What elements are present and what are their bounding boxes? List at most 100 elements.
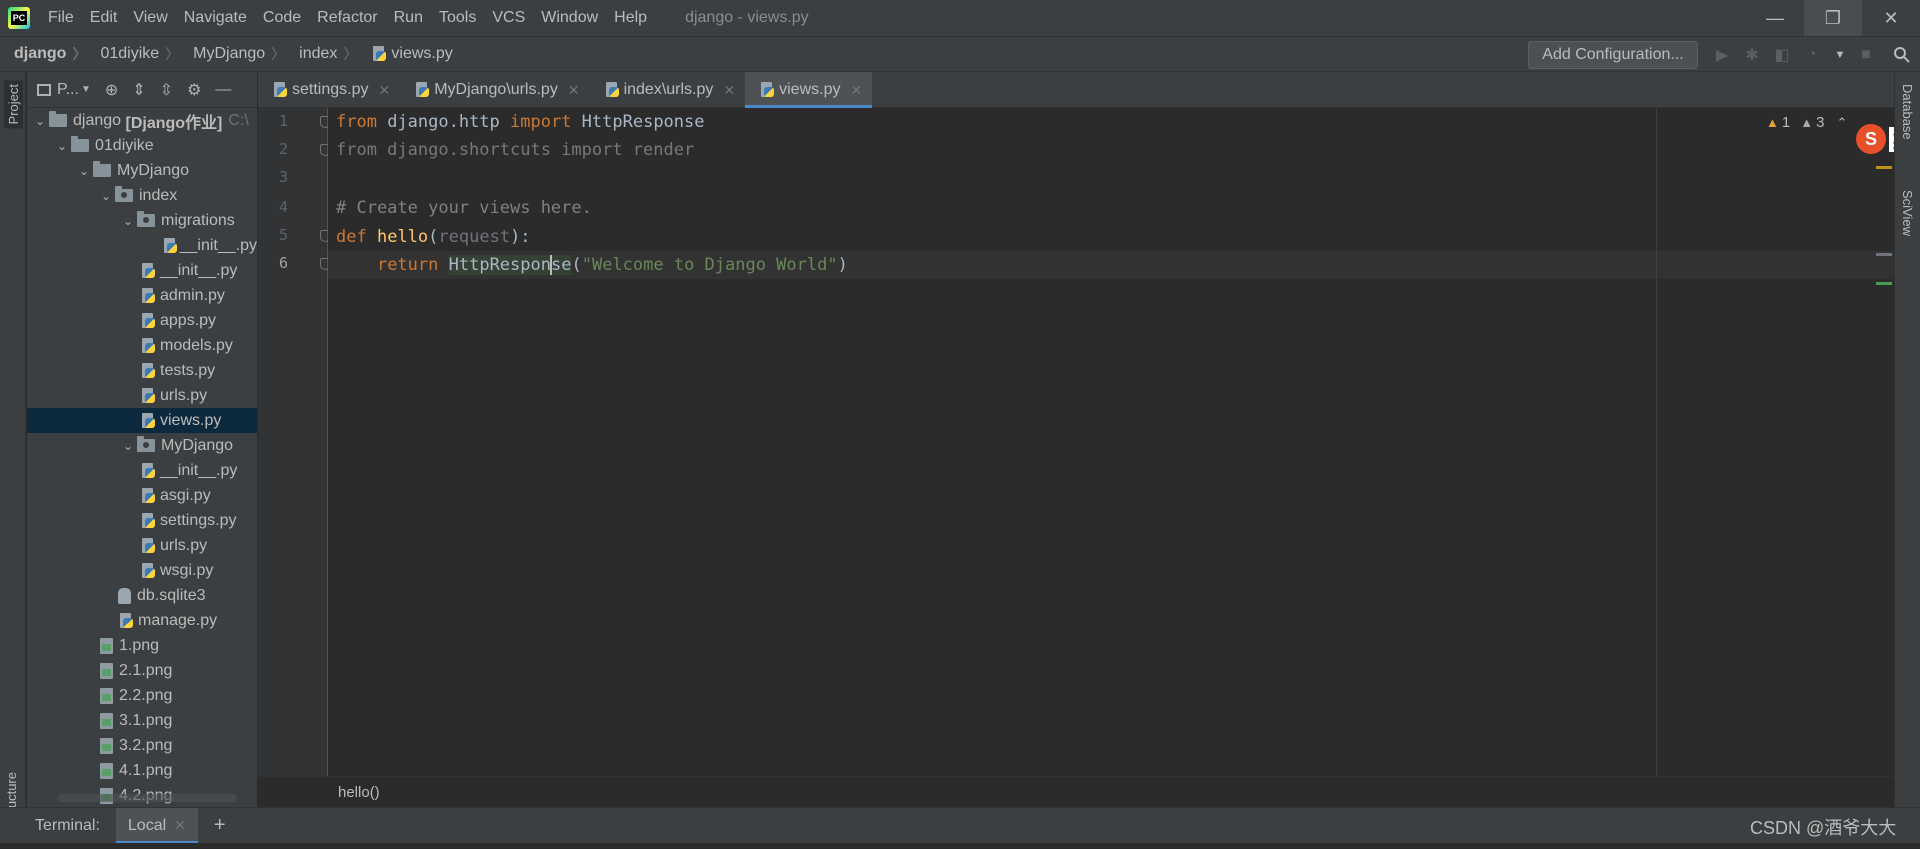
folder-icon [93,161,111,177]
warning-stripe-marker[interactable] [1876,166,1892,169]
sciview-tool-button[interactable]: SciView [1900,190,1915,236]
coverage-icon[interactable]: ◧ [1772,45,1792,65]
breadcrumb-mydjango[interactable]: MyDjango 〉 [179,44,285,64]
chevron-down-icon[interactable]: ⌄ [53,139,71,153]
breadcrumb-django[interactable]: django 〉 [0,44,86,64]
tree-item-png[interactable]: 2.1.png [27,658,257,683]
breadcrumb-01diyike[interactable]: 01diyike 〉 [86,44,179,64]
tree-item-index-urls[interactable]: urls.py [27,383,257,408]
chevron-down-icon[interactable]: ⌄ [119,214,137,228]
tree-item-settings[interactable]: settings.py [27,508,257,533]
tree-item-admin[interactable]: admin.py [27,283,257,308]
editor-gutter[interactable]: 1 2 3 4 5 6 [258,108,330,776]
chevron-down-icon[interactable]: ⌄ [75,164,93,178]
tab-index-urls[interactable]: index\urls.py ✕ [590,72,746,108]
tree-item-png[interactable]: 3.1.png [27,708,257,733]
database-tool-button[interactable]: Database [1900,84,1915,140]
project-tree-horizontal-scrollbar[interactable] [57,794,237,802]
menu-code[interactable]: Code [255,0,309,36]
menu-tools[interactable]: Tools [431,0,484,36]
close-icon[interactable]: ✕ [723,82,735,99]
python-file-icon [140,362,156,379]
tree-item-label: 4.1.png [119,761,173,779]
tree-item-views[interactable]: views.py [27,408,257,433]
chevron-down-icon[interactable]: ▼ [81,84,91,95]
weak-warning-stripe-marker[interactable] [1876,253,1892,256]
menu-edit[interactable]: Edit [82,0,126,36]
tab-mydjango-urls[interactable]: MyDjango\urls.py ✕ [400,72,589,108]
menu-run[interactable]: Run [386,0,431,36]
tree-item-png[interactable]: 4.1.png [27,758,257,783]
tree-item-wsgi[interactable]: wsgi.py [27,558,257,583]
profile-icon[interactable]: ◔ [1802,45,1822,65]
menu-navigate[interactable]: Navigate [176,0,255,36]
tree-item-asgi[interactable]: asgi.py [27,483,257,508]
tree-item-index[interactable]: ⌄ index [27,183,257,208]
pycharm-logo-icon [8,7,30,29]
inspection-widget[interactable]: ▲ 1 ▲ 3 ⌃ [1766,114,1847,131]
collapse-all-icon[interactable]: ⇳ [160,80,173,100]
chevron-down-icon[interactable]: ⌄ [119,439,137,453]
tree-item-db-sqlite3[interactable]: db.sqlite3 [27,583,257,608]
new-terminal-button[interactable]: + [214,814,226,837]
tree-item-label: urls.py [160,536,208,554]
tree-item-png[interactable]: 1.png [27,633,257,658]
project-view-selector[interactable]: P... [57,81,79,99]
add-configuration-button[interactable]: Add Configuration... [1528,41,1698,69]
tree-item-migrations[interactable]: ⌄ migrations [27,208,257,233]
locate-file-icon[interactable]: ⊕ [105,80,118,100]
tree-item-png[interactable]: 3.2.png [27,733,257,758]
minimize-button[interactable]: — [1746,0,1804,36]
chevron-down-icon[interactable]: ⌄ [31,114,49,128]
breadcrumb-views[interactable]: views.py [357,45,453,63]
close-icon[interactable]: ✕ [174,817,186,834]
menu-file[interactable]: File [40,0,82,36]
tree-item-label: apps.py [160,311,217,329]
code-editor[interactable]: from django.http import HttpResponse fro… [328,108,1894,776]
breadcrumb-function[interactable]: hello() [338,784,380,801]
chevron-down-icon[interactable]: ⌄ [97,189,115,203]
chevron-up-icon[interactable]: ⌃ [1836,115,1847,131]
tree-item-png[interactable]: 2.2.png [27,683,257,708]
tree-item-mydjango-urls[interactable]: urls.py [27,533,257,558]
tree-item-mydjango-root[interactable]: ⌄ MyDjango [27,158,257,183]
tree-item-index-init[interactable]: __init__.py [27,258,257,283]
tab-settings[interactable]: settings.py ✕ [258,72,400,108]
tree-item-mydjango-package[interactable]: ⌄ MyDjango [27,433,257,458]
tree-item-mydjango-init[interactable]: __init__.py [27,458,257,483]
run-icon[interactable]: ▶ [1712,45,1732,65]
more-run-options-icon[interactable]: ▼ [1830,45,1850,65]
menu-view[interactable]: View [125,0,175,36]
close-icon[interactable]: ✕ [850,82,862,99]
search-icon[interactable] [1892,45,1912,65]
close-icon[interactable]: ✕ [378,82,390,99]
tab-label: MyDjango\urls.py [434,81,558,98]
tree-item-apps[interactable]: apps.py [27,308,257,333]
stop-icon[interactable]: ■ [1856,45,1876,65]
breadcrumb-label: index [299,45,338,62]
tree-item-01diyike[interactable]: ⌄ 01diyike [27,133,257,158]
tab-terminal-local[interactable]: Local ✕ [115,807,198,844]
identifier-token: HttpRespon [448,255,551,275]
image-file-icon [100,762,113,779]
hide-panel-icon[interactable]: — [215,81,231,99]
menu-window[interactable]: Window [533,0,606,36]
menu-refactor[interactable]: Refactor [309,0,385,36]
menu-help[interactable]: Help [606,0,655,36]
breadcrumb-index[interactable]: index 〉 [285,44,357,64]
tree-item-django[interactable]: ⌄ django [Django作业] C:\ [27,108,257,133]
expand-all-icon[interactable]: ⇕ [132,80,145,100]
change-stripe-marker[interactable] [1876,282,1892,285]
gear-icon[interactable]: ⚙ [187,80,201,100]
menu-vcs[interactable]: VCS [484,0,533,36]
restore-button[interactable]: ❐ [1804,0,1862,36]
tree-item-models[interactable]: models.py [27,333,257,358]
tree-item-tests[interactable]: tests.py [27,358,257,383]
tree-item-migrations-init[interactable]: __init__.py [27,233,257,258]
tab-views[interactable]: views.py ✕ [745,72,873,108]
debug-icon[interactable]: ✱ [1742,45,1762,65]
project-tool-button[interactable]: Project [4,80,23,129]
close-window-button[interactable]: ✕ [1862,0,1920,36]
close-icon[interactable]: ✕ [568,82,580,99]
tree-item-manage[interactable]: manage.py [27,608,257,633]
